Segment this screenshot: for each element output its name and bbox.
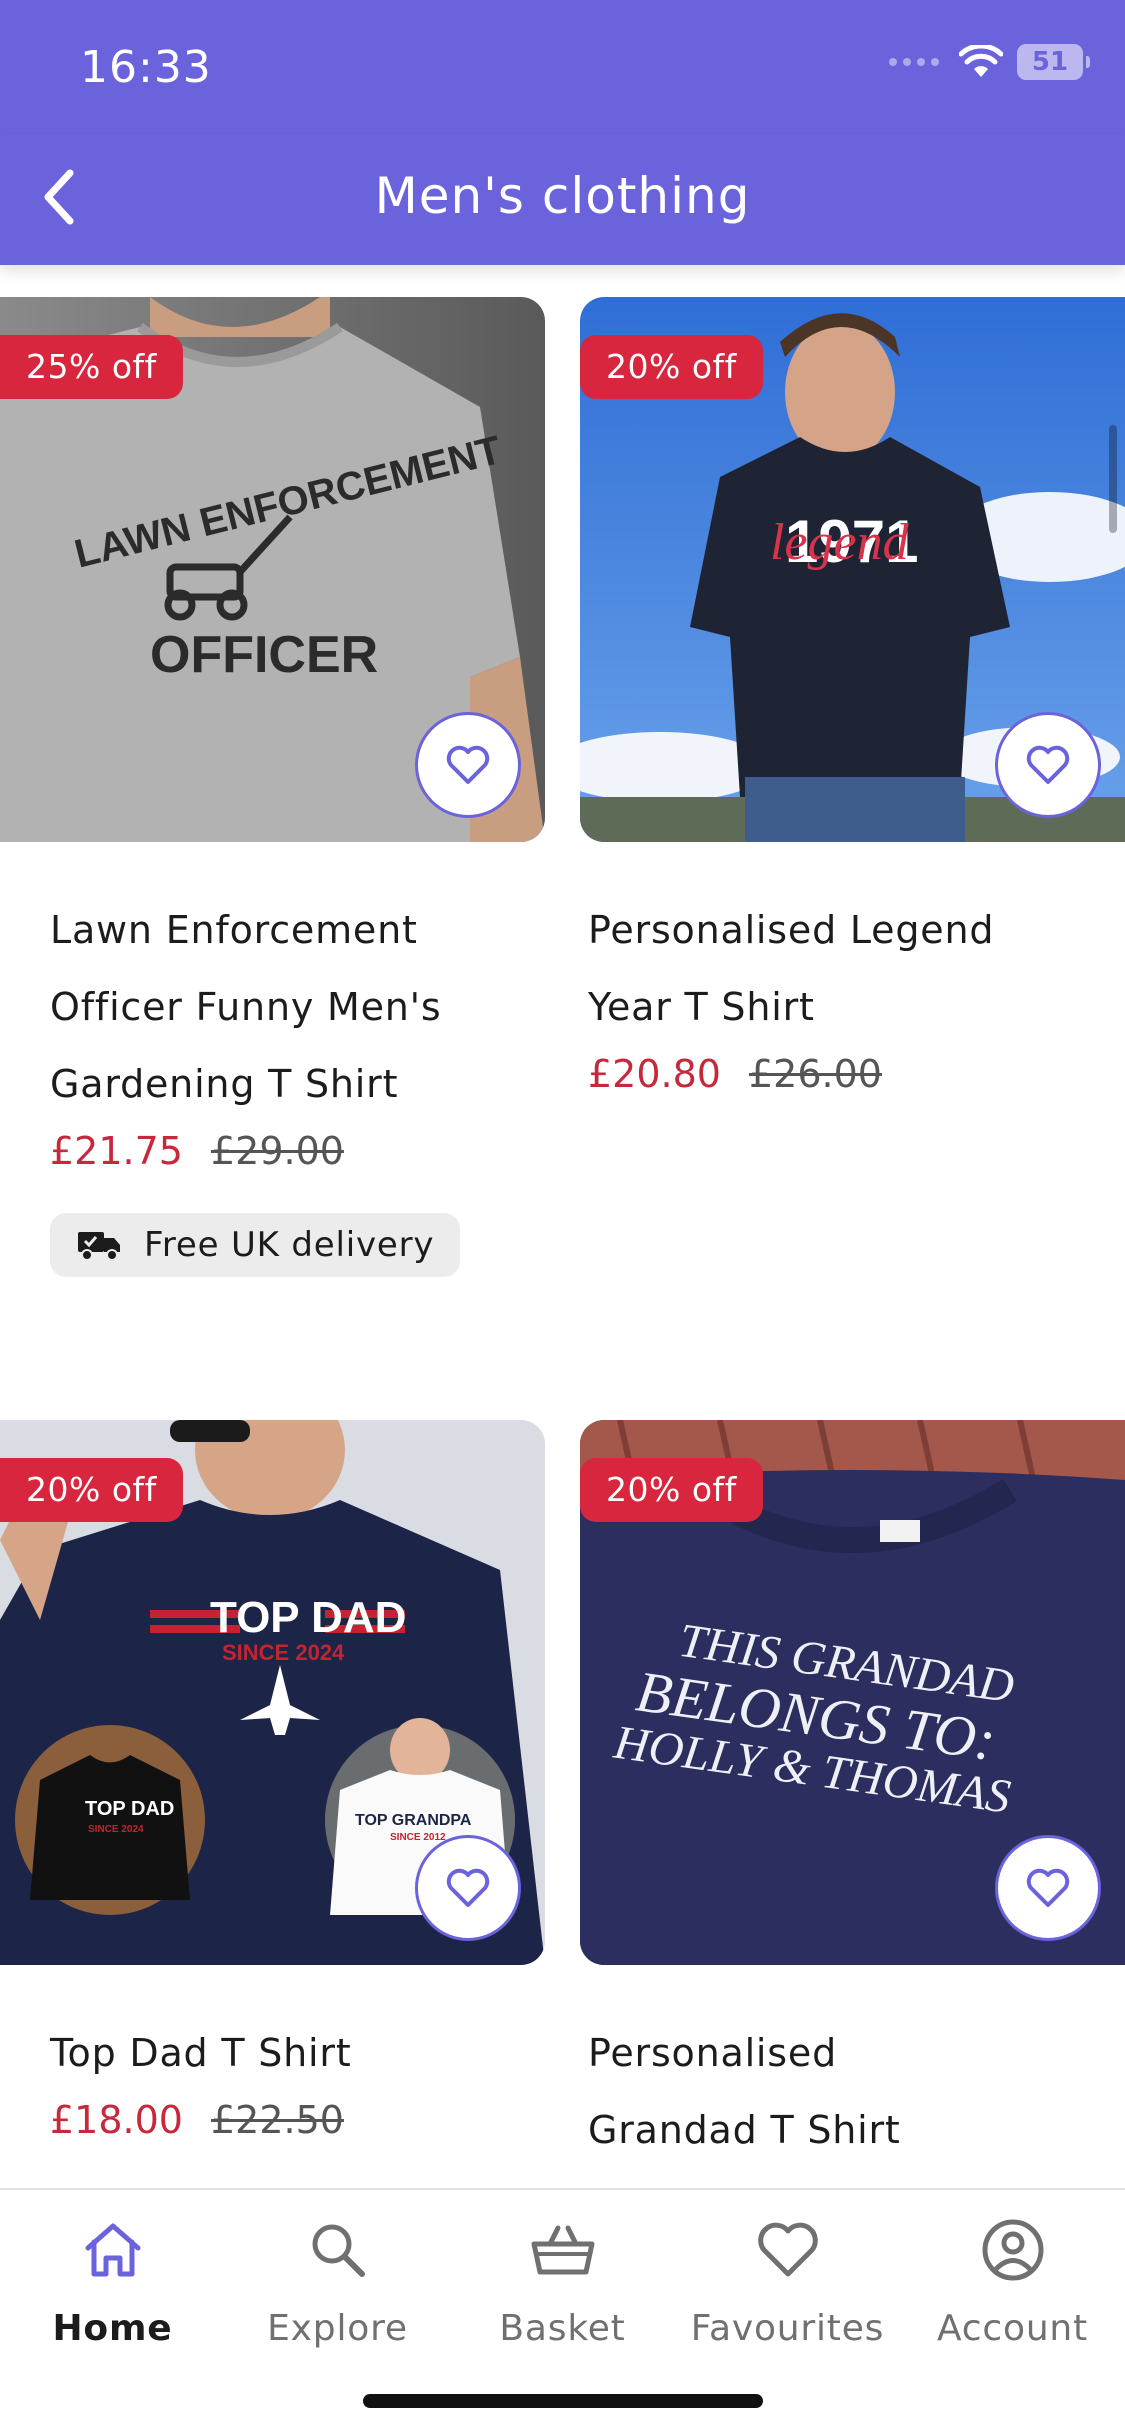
favourite-button[interactable]: [415, 712, 521, 818]
inset-since-right: SINCE 2012: [390, 1832, 446, 1843]
inset-since-left: SINCE 2024: [88, 1824, 144, 1835]
scroll-indicator[interactable]: [1109, 425, 1117, 533]
tab-label: Explore: [267, 2308, 408, 2349]
tab-favourites[interactable]: Favourites: [675, 2212, 900, 2349]
product-image[interactable]: THIS GRANDAD BELONGS TO: HOLLY & THOMAS …: [580, 1420, 1125, 1965]
status-bar: 16:33 51: [0, 0, 1125, 135]
tab-label: Account: [937, 2308, 1088, 2349]
heart-outline-icon: [1026, 745, 1070, 784]
inset-print-left: TOP DAD: [85, 1798, 174, 1820]
product-image[interactable]: TOP DAD SINCE 2024 TOP DAD SINCE 2024 TO…: [0, 1420, 545, 1965]
tab-explore[interactable]: Explore: [225, 2212, 450, 2349]
shirt-print-script: legend: [770, 514, 910, 571]
free-delivery-chip: Free UK delivery: [50, 1213, 461, 1277]
product-image[interactable]: 1971 legend 20% off: [580, 297, 1125, 842]
price-row: £21.75 £29.00: [50, 1129, 545, 1173]
discount-badge: 20% off: [0, 1458, 183, 1522]
discount-badge: 20% off: [580, 335, 763, 399]
product-info[interactable]: Personalised Legend Year T Shirt £20.80 …: [580, 892, 1125, 1096]
heart-outline-icon: [446, 745, 490, 784]
product-card[interactable]: LAWN ENFORCEMENT OFFICER 25% off Lawn En…: [0, 297, 545, 1277]
shirt-print-line2: OFFICER: [150, 626, 378, 684]
delivery-label: Free UK delivery: [144, 1225, 435, 1265]
tab-label: Home: [52, 2308, 173, 2349]
tab-account[interactable]: Account: [900, 2212, 1125, 2349]
product-card[interactable]: THIS GRANDAD BELONGS TO: HOLLY & THOMAS …: [580, 1420, 1125, 2169]
battery-icon: 51: [1017, 44, 1090, 80]
product-info[interactable]: Lawn Enforcement Officer Funny Men's Gar…: [0, 892, 545, 1277]
favourite-button[interactable]: [995, 712, 1101, 818]
basket-icon: [531, 2225, 594, 2275]
navigation-bar: Men's clothing: [0, 135, 1125, 265]
heart-outline-icon: [446, 1868, 490, 1907]
home-icon: [85, 2223, 140, 2277]
page-title: Men's clothing: [374, 167, 751, 225]
price-row: £20.80 £26.00: [588, 1052, 1125, 1096]
inset-print-right: TOP GRANDPA: [355, 1812, 472, 1829]
tab-basket[interactable]: Basket: [450, 2212, 675, 2349]
status-time: 16:33: [80, 42, 212, 93]
favourite-button[interactable]: [995, 1835, 1101, 1941]
product-card[interactable]: 1971 legend 20% off Personalised Legend …: [580, 297, 1125, 1096]
sale-price: £20.80: [588, 1052, 721, 1096]
product-grid[interactable]: LAWN ENFORCEMENT OFFICER 25% off Lawn En…: [0, 265, 1125, 2190]
account-icon: [982, 2219, 1043, 2281]
product-title[interactable]: Personalised Grandad T Shirt: [588, 2015, 968, 2169]
product-image[interactable]: LAWN ENFORCEMENT OFFICER 25% off: [0, 297, 545, 842]
shirt-print-since: SINCE 2024: [222, 1640, 345, 1665]
heart-icon: [757, 2222, 818, 2277]
product-title[interactable]: Lawn Enforcement Officer Funny Men's Gar…: [50, 892, 530, 1123]
tab-label: Basket: [499, 2308, 626, 2349]
cellular-signal-icon: [889, 58, 939, 66]
product-info[interactable]: Top Dad T Shirt £18.00 £22.50: [0, 2015, 545, 2142]
product-card[interactable]: TOP DAD SINCE 2024 TOP DAD SINCE 2024 TO…: [0, 1420, 545, 2142]
search-icon: [312, 2224, 365, 2277]
home-indicator[interactable]: [363, 2394, 763, 2408]
status-icons: 51: [889, 44, 1090, 80]
product-title[interactable]: Top Dad T Shirt: [50, 2015, 530, 2092]
heart-outline-icon: [1026, 1868, 1070, 1907]
tab-home[interactable]: Home: [0, 2212, 225, 2349]
sale-price: £21.75: [50, 1129, 183, 1173]
original-price: £29.00: [210, 1129, 344, 1173]
discount-badge: 20% off: [580, 1458, 763, 1522]
original-price: £22.50: [210, 2098, 344, 2142]
product-title[interactable]: Personalised Legend Year T Shirt: [588, 892, 1068, 1046]
original-price: £26.00: [748, 1052, 882, 1096]
delivery-truck-icon: [78, 1232, 120, 1261]
price-row: £18.00 £22.50: [50, 2098, 545, 2142]
tab-label: Favourites: [690, 2308, 885, 2349]
product-info[interactable]: Personalised Grandad T Shirt: [580, 2015, 1125, 2169]
wifi-icon: [959, 45, 1003, 77]
favourite-button[interactable]: [415, 1835, 521, 1941]
shirt-print-main: TOP DAD: [210, 1593, 406, 1642]
sale-price: £18.00: [50, 2098, 183, 2142]
discount-badge: 25% off: [0, 335, 183, 399]
